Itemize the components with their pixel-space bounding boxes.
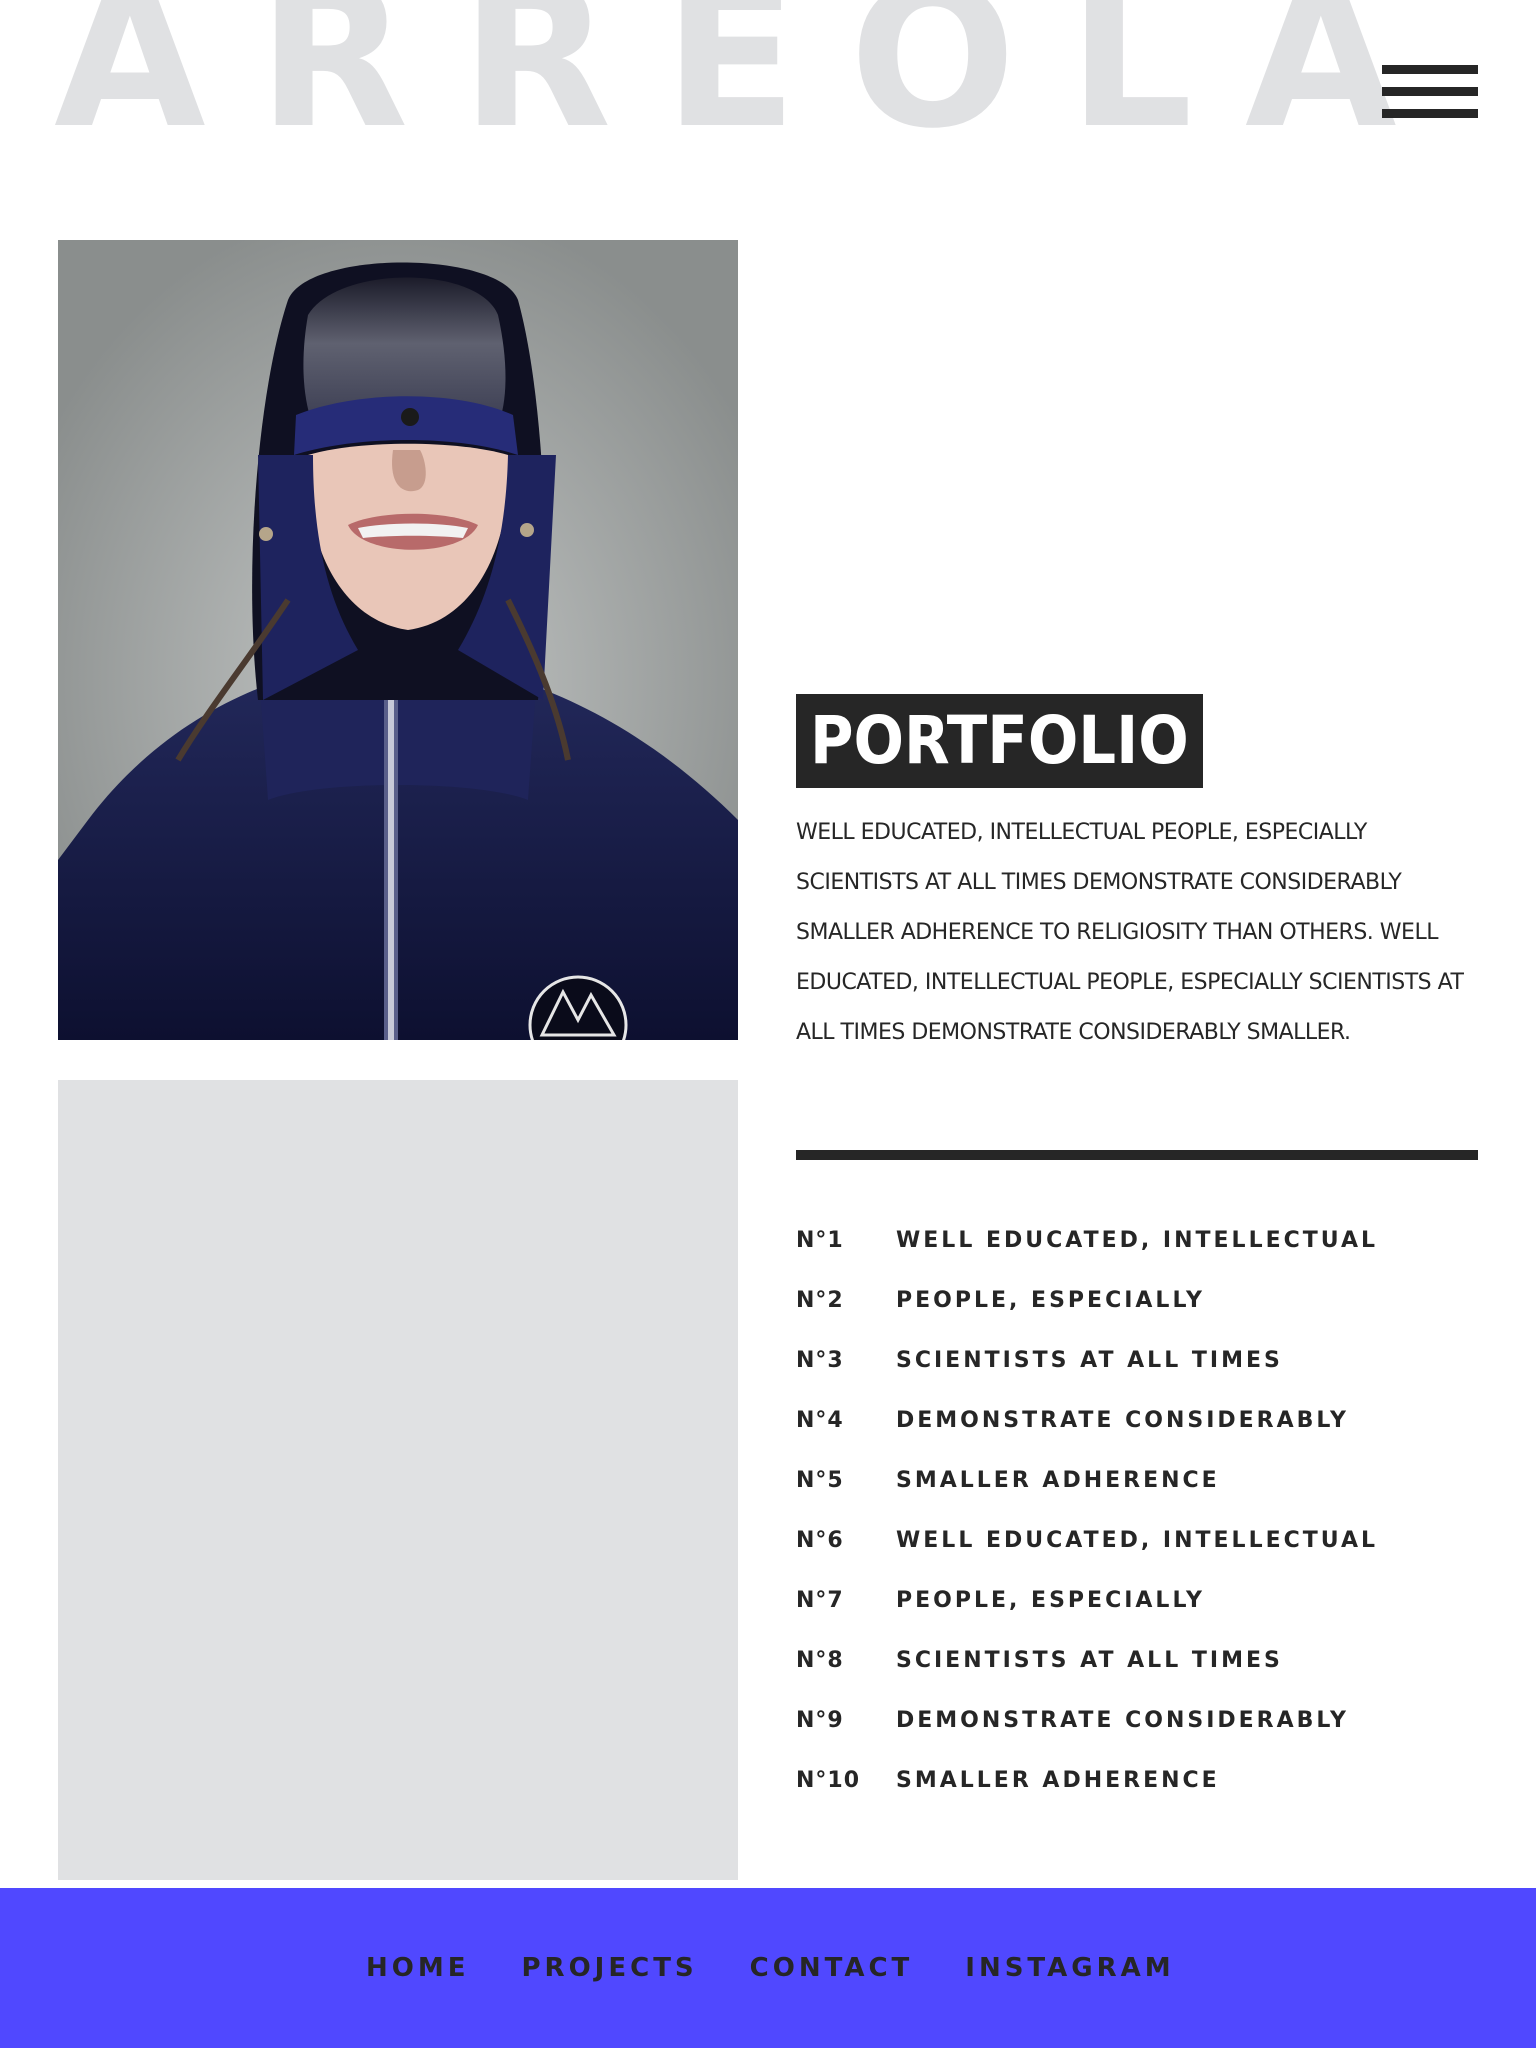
- item-label: PEOPLE, ESPECIALLY: [896, 1287, 1205, 1313]
- item-number: N°8: [796, 1647, 844, 1673]
- item-number: N°5: [796, 1467, 844, 1493]
- item-label: SMALLER ADHERENCE: [896, 1467, 1220, 1493]
- list-item[interactable]: N°3 SCIENTISTS AT ALL TIMES: [796, 1330, 1486, 1390]
- item-number: N°6: [796, 1527, 844, 1553]
- item-label: DEMONSTRATE CONSIDERABLY: [896, 1707, 1349, 1733]
- portfolio-list: N°1 WELL EDUCATED, INTELLECTUAL N°2 PEOPLE…: [796, 1210, 1486, 1810]
- list-item[interactable]: N°2 PEOPLE, ESPECIALLY: [796, 1270, 1486, 1330]
- list-item[interactable]: N°9 DEMONSTRATE CONSIDERABLY: [796, 1690, 1486, 1750]
- footer: HOME PROJECTS CONTACT INSTAGRAM: [0, 1888, 1536, 2048]
- list-item[interactable]: N°1 WELL EDUCATED, INTELLECTUAL: [796, 1210, 1486, 1270]
- portfolio-description: WELL EDUCATED, INTELLECTUAL PEOPLE, ESPE…: [796, 820, 1464, 1045]
- item-number: N°10: [796, 1767, 861, 1793]
- item-label: SCIENTISTS AT ALL TIMES: [896, 1647, 1283, 1673]
- item-number: N°9: [796, 1707, 844, 1733]
- footer-link-instagram[interactable]: INSTAGRAM: [965, 1953, 1174, 1983]
- list-item[interactable]: N°5 SMALLER ADHERENCE: [796, 1450, 1486, 1510]
- list-item[interactable]: N°10 SMALLER ADHERENCE: [796, 1750, 1486, 1810]
- item-label: DEMONSTRATE CONSIDERABLY: [896, 1407, 1349, 1433]
- item-number: N°2: [796, 1287, 844, 1313]
- item-number: N°1: [796, 1227, 844, 1253]
- list-item[interactable]: N°7 PEOPLE, ESPECIALLY: [796, 1570, 1486, 1630]
- item-label: WELL EDUCATED, INTELLECTUAL: [896, 1527, 1379, 1553]
- image-placeholder: [58, 1080, 738, 1880]
- item-label: PEOPLE, ESPECIALLY: [896, 1587, 1205, 1613]
- menu-bar: [1382, 65, 1478, 74]
- brand-title: ARREOLA: [54, 0, 1449, 172]
- menu-bar: [1382, 109, 1478, 118]
- page: ARREOLA PORTFOLIO WELL EDUCATED, INTELLE…: [0, 0, 1536, 2048]
- footer-link-projects[interactable]: PROJECTS: [522, 1953, 698, 1983]
- list-item[interactable]: N°6 WELL EDUCATED, INTELLECTUAL: [796, 1510, 1486, 1570]
- footer-link-contact[interactable]: CONTACT: [750, 1953, 914, 1983]
- portfolio-title: PORTFOLIO: [796, 694, 1203, 788]
- menu-bar: [1382, 87, 1478, 96]
- item-label: SCIENTISTS AT ALL TIMES: [896, 1347, 1283, 1373]
- item-label: WELL EDUCATED, INTELLECTUAL: [896, 1227, 1379, 1253]
- list-item[interactable]: N°4 DEMONSTRATE CONSIDERABLY: [796, 1390, 1486, 1450]
- hamburger-menu-icon[interactable]: [1382, 64, 1478, 120]
- item-number: N°3: [796, 1347, 844, 1373]
- footer-link-home[interactable]: HOME: [366, 1953, 470, 1983]
- item-label: SMALLER ADHERENCE: [896, 1767, 1220, 1793]
- item-number: N°7: [796, 1587, 844, 1613]
- footer-nav: HOME PROJECTS CONTACT INSTAGRAM: [366, 1888, 1227, 2048]
- divider: [796, 1150, 1478, 1160]
- list-item[interactable]: N°8 SCIENTISTS AT ALL TIMES: [796, 1630, 1486, 1690]
- item-number: N°4: [796, 1407, 844, 1433]
- portrait-photo: [58, 240, 738, 1040]
